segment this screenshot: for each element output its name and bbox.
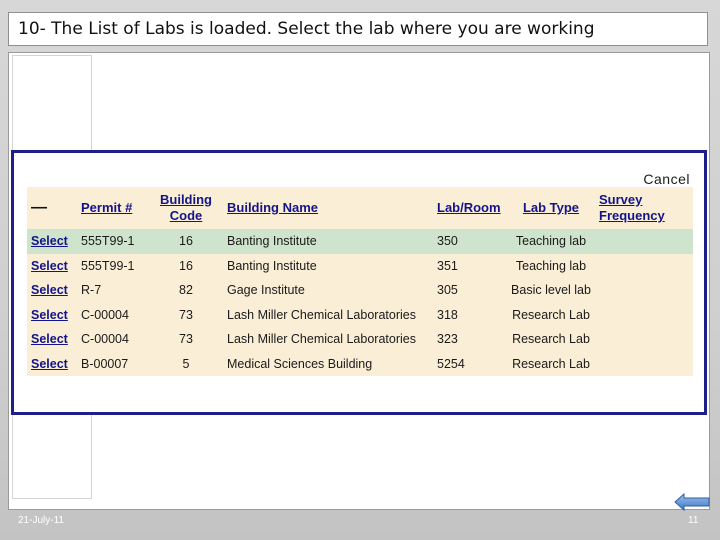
- cell-select: Select: [27, 253, 77, 278]
- select-link[interactable]: Select: [31, 357, 68, 371]
- header-permit[interactable]: Permit #: [77, 187, 149, 229]
- cell-lab-type: Basic level lab: [507, 278, 595, 303]
- cell-permit: C-00004: [77, 327, 149, 352]
- header-building-name[interactable]: Building Name: [223, 187, 433, 229]
- table-row: Select C-00004 73 Lash Miller Chemical Labo…: [27, 327, 693, 352]
- cancel-link[interactable]: Cancel: [643, 171, 690, 187]
- lab-list-table: — Permit # Building Code Building Name L…: [27, 187, 693, 376]
- cell-building-code: 82: [149, 278, 223, 303]
- cell-building-name: Banting Institute: [223, 229, 433, 254]
- header-building-code[interactable]: Building Code: [149, 187, 223, 229]
- select-link[interactable]: Select: [31, 234, 68, 248]
- select-link[interactable]: Select: [31, 259, 68, 273]
- cell-select: Select: [27, 278, 77, 303]
- cell-lab-room: 5254: [433, 351, 507, 376]
- header-lab-type[interactable]: Lab Type: [507, 187, 595, 229]
- table-header-row: — Permit # Building Code Building Name L…: [27, 187, 693, 229]
- cell-building-name: Medical Sciences Building: [223, 351, 433, 376]
- select-link[interactable]: Select: [31, 332, 68, 346]
- cell-survey-frequency: [595, 253, 693, 278]
- header-survey-frequency[interactable]: Survey Frequency: [595, 187, 693, 229]
- cell-building-name: Banting Institute: [223, 253, 433, 278]
- cell-lab-type: Research Lab: [507, 327, 595, 352]
- cell-select: Select: [27, 351, 77, 376]
- cell-lab-room: 305: [433, 278, 507, 303]
- cell-building-code: 73: [149, 302, 223, 327]
- back-arrow-icon[interactable]: [674, 492, 710, 512]
- cell-survey-frequency: [595, 278, 693, 303]
- cell-lab-type: Teaching lab: [507, 253, 595, 278]
- cell-building-name: Lash Miller Chemical Laboratories: [223, 302, 433, 327]
- cell-lab-type: Research Lab: [507, 351, 595, 376]
- cell-building-code: 73: [149, 327, 223, 352]
- select-link[interactable]: Select: [31, 283, 68, 297]
- cell-lab-room: 318: [433, 302, 507, 327]
- cell-lab-room: 323: [433, 327, 507, 352]
- header-lab-room[interactable]: Lab/Room: [433, 187, 507, 229]
- cell-lab-room: 350: [433, 229, 507, 254]
- slide-date: 21-July-11: [18, 515, 64, 526]
- cell-select: Select: [27, 229, 77, 254]
- cell-building-name: Gage Institute: [223, 278, 433, 303]
- cell-permit: C-00004: [77, 302, 149, 327]
- cell-survey-frequency: [595, 229, 693, 254]
- cell-building-code: 5: [149, 351, 223, 376]
- lab-rows: Select 555T99-1 16 Banting Institute 350 Teac…: [27, 229, 693, 376]
- cell-permit: 555T99-1: [77, 253, 149, 278]
- cell-permit: B-00007: [77, 351, 149, 376]
- table-row: Select R-7 82 Gage Institute 305 Basic level …: [27, 278, 693, 303]
- select-link[interactable]: Select: [31, 308, 68, 322]
- cell-survey-frequency: [595, 302, 693, 327]
- table-row: Select 555T99-1 16 Banting Institute 350 Teac…: [27, 229, 693, 254]
- table-row: Select 555T99-1 16 Banting Institute 351 Teac…: [27, 253, 693, 278]
- cell-lab-type: Teaching lab: [507, 229, 595, 254]
- table-row: Select C-00004 73 Lash Miller Chemical Labo…: [27, 302, 693, 327]
- cell-survey-frequency: [595, 327, 693, 352]
- header-select: —: [27, 187, 77, 229]
- table-row: Select B-00007 5 Medical Sciences Building 5…: [27, 351, 693, 376]
- cell-select: Select: [27, 327, 77, 352]
- cell-permit: R-7: [77, 278, 149, 303]
- cell-building-code: 16: [149, 229, 223, 254]
- cell-survey-frequency: [595, 351, 693, 376]
- slide-page-number: 11: [688, 515, 699, 526]
- cell-building-name: Lash Miller Chemical Laboratories: [223, 327, 433, 352]
- slide-title: 10- The List of Labs is loaded. Select t…: [8, 12, 708, 46]
- cell-lab-room: 351: [433, 253, 507, 278]
- cell-building-code: 16: [149, 253, 223, 278]
- lab-list-screenshot: Cancel — Permit # Building Code Building…: [11, 150, 707, 415]
- cell-lab-type: Research Lab: [507, 302, 595, 327]
- cell-permit: 555T99-1: [77, 229, 149, 254]
- cell-select: Select: [27, 302, 77, 327]
